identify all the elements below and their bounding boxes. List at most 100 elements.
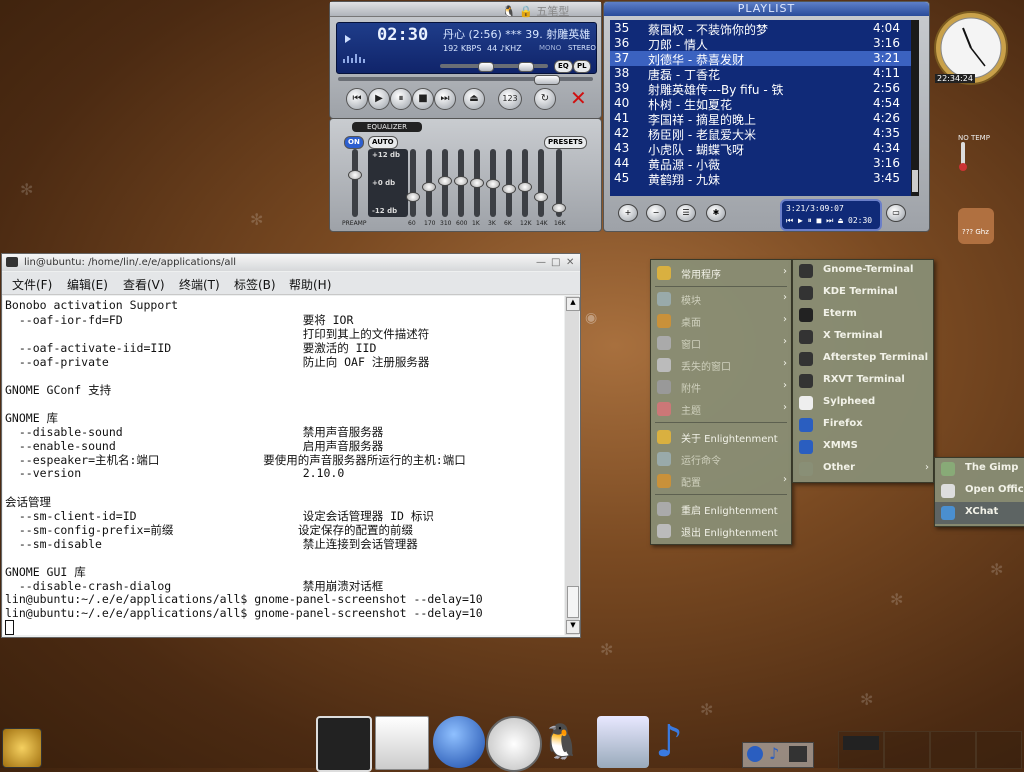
qq-penguin-icon[interactable]: 🐧 [540, 716, 592, 768]
enlightenment-main-menu[interactable]: 常用程序 › 模块 › 桌面 › 窗口 › 丢失的窗口 › 附件 › 主题 › 关于 Enlightenme… [650, 259, 792, 545]
playlist-scrollbar[interactable] [911, 20, 919, 196]
eq-toggle-button[interactable]: EQ [554, 60, 573, 73]
eq-slider-knob[interactable] [534, 192, 548, 203]
other-menu-item[interactable]: Open Office [935, 480, 1024, 502]
eq-band-slider[interactable] [534, 149, 548, 217]
main-menu-item[interactable]: 附件 › [651, 376, 791, 398]
eq-on-button[interactable]: ON [344, 136, 364, 149]
stop-button[interactable]: ■ [412, 88, 434, 110]
apps-menu-item[interactable]: XMMS [793, 436, 933, 458]
mail-icon[interactable] [375, 716, 429, 770]
xmms-playlist-window[interactable]: PLAYLIST 35 蔡国权 - 不装饰你的梦 4:04 36 刀郎 - 情人 3:16… [603, 1, 930, 232]
volume-knob[interactable] [478, 62, 494, 72]
main-menu-item[interactable]: 模块 › [651, 288, 791, 310]
main-menu-item[interactable]: 配置 › [651, 470, 791, 492]
main-menu-item[interactable]: 关于 Enlightenment [651, 426, 791, 448]
main-menu-item[interactable]: 常用程序 › [651, 262, 791, 284]
pager-desktop-4[interactable] [976, 731, 1022, 769]
eq-band-slider[interactable] [552, 149, 566, 217]
scrollbar-thumb[interactable] [567, 586, 579, 618]
firefox-tray-icon[interactable] [747, 746, 763, 762]
eq-slider-knob[interactable] [438, 176, 452, 186]
playlist-list[interactable]: 35 蔡国权 - 不装饰你的梦 4:04 36 刀郎 - 情人 3:16 37 刘德华 - 恭… [610, 20, 915, 196]
eq-band-slider[interactable] [406, 149, 420, 217]
eq-band-slider[interactable] [422, 149, 436, 217]
eq-presets-button[interactable]: PRESETS [544, 136, 587, 149]
eq-auto-button[interactable]: AUTO [368, 136, 398, 149]
apps-menu-item[interactable]: Other › [793, 458, 933, 480]
music-tray-icon[interactable]: ♪ [769, 744, 779, 763]
remove-file-button[interactable]: − [646, 204, 666, 222]
terminal-scrollbar[interactable]: ▲ ▼ [565, 296, 580, 635]
main-menu-item[interactable]: 桌面 › [651, 310, 791, 332]
add-file-button[interactable]: + [618, 204, 638, 222]
maximize-icon[interactable]: □ [551, 254, 560, 271]
apps-menu-item[interactable]: Eterm [793, 304, 933, 326]
terminal-icon[interactable] [316, 716, 372, 772]
firefox-icon[interactable] [433, 716, 485, 768]
menu-help[interactable]: 帮助(H) [289, 276, 331, 293]
scroll-down-icon[interactable]: ▼ [566, 620, 580, 634]
repeat-button[interactable]: ↻ [534, 88, 556, 110]
preamp-slider[interactable] [348, 149, 362, 217]
eq-slider-knob[interactable] [552, 203, 566, 213]
menu-tabs[interactable]: 标签(B) [234, 276, 276, 293]
apps-menu-item[interactable]: Firefox [793, 414, 933, 436]
playlist-row[interactable]: 45 黄鹤翔 - 九妹 3:45 [610, 171, 915, 187]
pager-desktop-3[interactable] [930, 731, 976, 769]
previous-button[interactable]: ⏮ [346, 88, 368, 110]
main-menu-item[interactable]: 退出 Enlightenment [651, 520, 791, 542]
playlist-row[interactable]: 41 李国祥 - 摘星的晚上 4:26 [610, 111, 915, 127]
eq-slider-knob[interactable] [422, 182, 436, 192]
enlightenment-start-icon[interactable] [2, 728, 42, 768]
terminal-output[interactable]: Bonobo activation Support --oaf-ior-fd=F… [3, 296, 564, 635]
eq-slider-knob[interactable] [470, 177, 484, 188]
gimp-icon[interactable] [597, 716, 649, 768]
pl-toggle-button[interactable]: PL [573, 60, 591, 73]
playlist-row[interactable]: 43 小虎队 - 蝴蝶飞呀 4:34 [610, 141, 915, 157]
scrollbar-thumb[interactable] [912, 170, 918, 192]
misc-button[interactable]: ✱ [706, 204, 726, 222]
eq-band-slider[interactable] [518, 149, 532, 217]
close-icon[interactable]: ✕ [570, 86, 587, 110]
main-menu-item[interactable]: 丢失的窗口 › [651, 354, 791, 376]
eq-slider-knob[interactable] [348, 170, 362, 180]
playlist-row[interactable]: 39 射雕英雄传---By fifu - 铁 2:56 [610, 81, 915, 97]
apps-menu-item[interactable]: Sylpheed [793, 392, 933, 414]
eq-band-slider[interactable] [470, 149, 484, 217]
eq-band-slider[interactable] [486, 149, 500, 217]
main-menu-item[interactable]: 窗口 › [651, 332, 791, 354]
eq-slider-knob[interactable] [406, 192, 420, 203]
playlist-row[interactable]: 42 杨臣刚 - 老鼠爱大米 4:35 [610, 126, 915, 142]
playlist-row[interactable]: 38 唐磊 - 丁香花 4:11 [610, 66, 915, 82]
apps-menu-item[interactable]: Gnome-Terminal [793, 260, 933, 282]
apps-menu-item[interactable]: RXVT Terminal [793, 370, 933, 392]
next-button[interactable]: ⏭ [434, 88, 456, 110]
terminal-tray-icon[interactable] [789, 746, 807, 762]
eq-slider-knob[interactable] [518, 182, 532, 192]
apps-menu-item[interactable]: KDE Terminal [793, 282, 933, 304]
playlist-menu-button[interactable]: ▭ [886, 204, 906, 222]
menu-edit[interactable]: 编辑(E) [67, 276, 108, 293]
main-menu-item[interactable]: 主题 › [651, 398, 791, 420]
scroll-up-icon[interactable]: ▲ [566, 297, 580, 311]
apps-menu-item[interactable]: X Terminal [793, 326, 933, 348]
seek-knob[interactable] [534, 75, 560, 85]
applications-submenu[interactable]: Gnome-Terminal KDE Terminal Eterm X Termina… [792, 259, 934, 483]
playlist-row[interactable]: 40 朴树 - 生如夏花 4:54 [610, 96, 915, 112]
playlist-row[interactable]: 36 刀郎 - 情人 3:16 [610, 36, 915, 52]
main-menu-item[interactable]: 重启 Enlightenment [651, 498, 791, 520]
eq-slider-knob[interactable] [486, 179, 500, 189]
playback-time[interactable]: 02:30 [377, 25, 428, 45]
eq-band-slider[interactable] [438, 149, 452, 217]
xmms-equalizer-window[interactable]: EQUALIZER ON AUTO PRESETS +12 db +0 db -… [329, 118, 602, 232]
pause-button[interactable]: ⏸ [390, 88, 412, 110]
pager-desktop-2[interactable] [884, 731, 930, 769]
close-icon[interactable]: ✕ [566, 254, 574, 271]
other-submenu[interactable]: The Gimp Open Office XChat [934, 457, 1024, 527]
select-button[interactable]: ☰ [676, 204, 696, 222]
playlist-row[interactable]: 35 蔡国权 - 不装饰你的梦 4:04 [610, 21, 915, 37]
pager-desktop-1[interactable] [838, 731, 884, 769]
playlist-row[interactable]: 37 刘德华 - 恭喜发财 3:21 [610, 51, 915, 67]
terminal-titlebar[interactable]: lin@ubuntu: /home/lin/.e/e/applications/… [2, 254, 580, 271]
